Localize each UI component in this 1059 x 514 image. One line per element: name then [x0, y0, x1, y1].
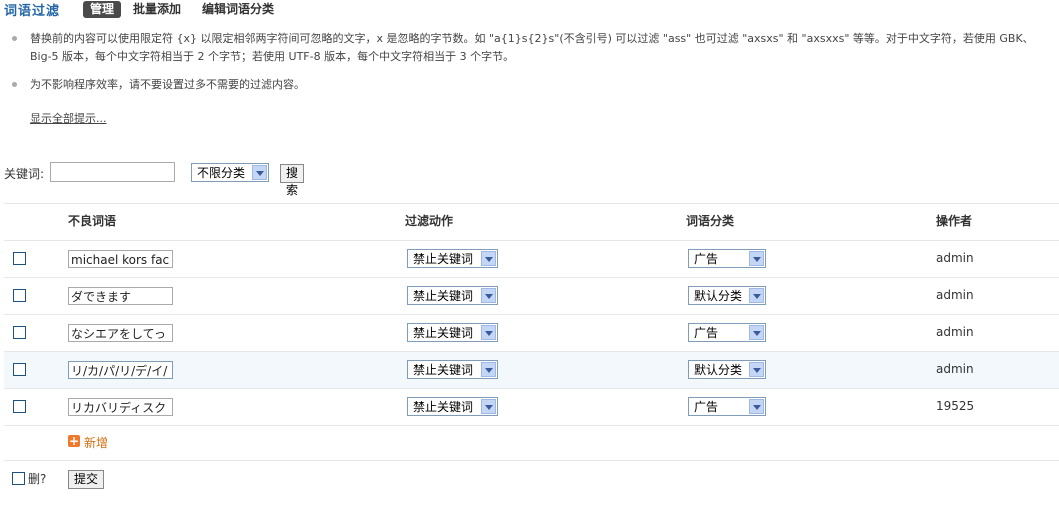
row-checkbox[interactable] [13, 252, 26, 265]
chevron-down-icon [749, 288, 764, 303]
add-word-link[interactable]: 新增 [84, 434, 108, 451]
word-input[interactable]: ダできます [68, 287, 173, 305]
chevron-down-icon [481, 362, 496, 377]
action-select[interactable]: 禁止关键词 [407, 249, 498, 268]
chevron-down-icon [749, 362, 764, 377]
category-filter-value: 不限分类 [197, 166, 246, 180]
chevron-down-icon [481, 399, 496, 414]
table-row: リカバリディスク 禁止关键词 广告 19525 [4, 388, 1059, 425]
tab-batch-add[interactable]: 批量添加 [133, 1, 181, 18]
chevron-down-icon [749, 399, 764, 414]
delete-all-checkbox[interactable] [12, 472, 25, 485]
row-checkbox[interactable] [13, 400, 26, 413]
tab-edit-categories[interactable]: 编辑词语分类 [202, 1, 274, 18]
tip-item: 替换前的内容可以使用限定符 {x} 以限定相邻两字符间可忽略的文字，x 是忽略的… [12, 30, 1052, 66]
bullet-icon [12, 36, 17, 41]
operator-name: admin [936, 251, 974, 265]
column-header-word: 不良词语 [68, 214, 117, 228]
category-value: 默认分类 [694, 363, 743, 377]
chevron-down-icon [252, 165, 267, 180]
category-select[interactable]: 广告 [688, 323, 766, 342]
row-checkbox[interactable] [13, 363, 26, 376]
category-select[interactable]: 默认分类 [688, 360, 766, 379]
column-header-operator: 操作者 [936, 214, 973, 228]
chevron-down-icon [749, 251, 764, 266]
plus-icon[interactable]: + [68, 435, 80, 447]
action-value: 禁止关键词 [413, 252, 474, 266]
category-value: 广告 [694, 326, 719, 340]
show-all-tips-link[interactable]: 显示全部提示... [30, 110, 107, 126]
table-row: リ/カ/パ/リ/デ/イ/ 禁止关键词 默认分类 admin [4, 351, 1059, 388]
chevron-down-icon [481, 251, 496, 266]
action-value: 禁止关键词 [413, 326, 474, 340]
row-checkbox[interactable] [13, 326, 26, 339]
header: 词语过滤 管理 批量添加 编辑词语分类 [0, 0, 1059, 22]
chevron-down-icon [481, 325, 496, 340]
search-button[interactable]: 搜索 [280, 164, 305, 197]
action-select[interactable]: 禁止关键词 [407, 397, 498, 416]
action-select[interactable]: 禁止关键词 [407, 360, 498, 379]
action-value: 禁止关键词 [413, 363, 474, 377]
footer-divider [4, 460, 1059, 461]
table-row: なシエアをしてっ 禁止关键词 广告 admin [4, 314, 1059, 351]
word-input[interactable]: なシエアをしてっ [68, 324, 173, 342]
operator-name: admin [936, 325, 974, 339]
word-input[interactable]: michael kors fac [68, 250, 173, 268]
tip-text: 替换前的内容可以使用限定符 {x} 以限定相邻两字符间可忽略的文字，x 是忽略的… [30, 32, 1034, 63]
category-value: 广告 [694, 252, 719, 266]
column-header-action: 过滤动作 [405, 214, 454, 228]
category-select[interactable]: 广告 [688, 397, 766, 416]
table-row: ダできます 禁止关键词 默认分类 admin [4, 277, 1059, 314]
action-value: 禁止关键词 [413, 289, 474, 303]
tips-list: 替换前的内容可以使用限定符 {x} 以限定相邻两字符间可忽略的文字，x 是忽略的… [12, 30, 1052, 94]
operator-name: admin [936, 362, 974, 376]
page-title: 词语过滤 [4, 4, 61, 19]
bullet-icon [12, 82, 17, 87]
table-row: michael kors fac 禁止关键词 广告 admin [4, 240, 1059, 277]
word-input[interactable]: リ/カ/パ/リ/デ/イ/ [68, 361, 173, 379]
delete-label: 删? [28, 472, 47, 486]
chevron-down-icon [481, 288, 496, 303]
column-header-category: 词语分类 [686, 214, 735, 228]
chevron-down-icon [749, 325, 764, 340]
action-select[interactable]: 禁止关键词 [407, 286, 498, 305]
submit-button[interactable]: 提交 [68, 470, 105, 489]
keyword-input[interactable] [50, 162, 175, 182]
action-select[interactable]: 禁止关键词 [407, 323, 498, 342]
operator-name: 19525 [936, 399, 975, 413]
keyword-label: 关键词: [4, 167, 45, 181]
add-row: + 新增 [4, 425, 1059, 462]
category-select[interactable]: 默认分类 [688, 286, 766, 305]
action-value: 禁止关键词 [413, 400, 474, 414]
tip-text: 为不影响程序效率，请不要设置过多不需要的过滤内容。 [30, 78, 305, 91]
tab-manage[interactable]: 管理 [83, 1, 122, 18]
category-value: 广告 [694, 400, 719, 414]
word-input[interactable]: リカバリディスク [68, 398, 173, 416]
category-select[interactable]: 广告 [688, 249, 766, 268]
table-divider [4, 203, 1059, 204]
category-value: 默认分类 [694, 289, 743, 303]
row-checkbox[interactable] [13, 289, 26, 302]
tip-item: 为不影响程序效率，请不要设置过多不需要的过滤内容。 [12, 76, 1052, 94]
operator-name: admin [936, 288, 974, 302]
category-filter-select[interactable]: 不限分类 [191, 163, 269, 182]
